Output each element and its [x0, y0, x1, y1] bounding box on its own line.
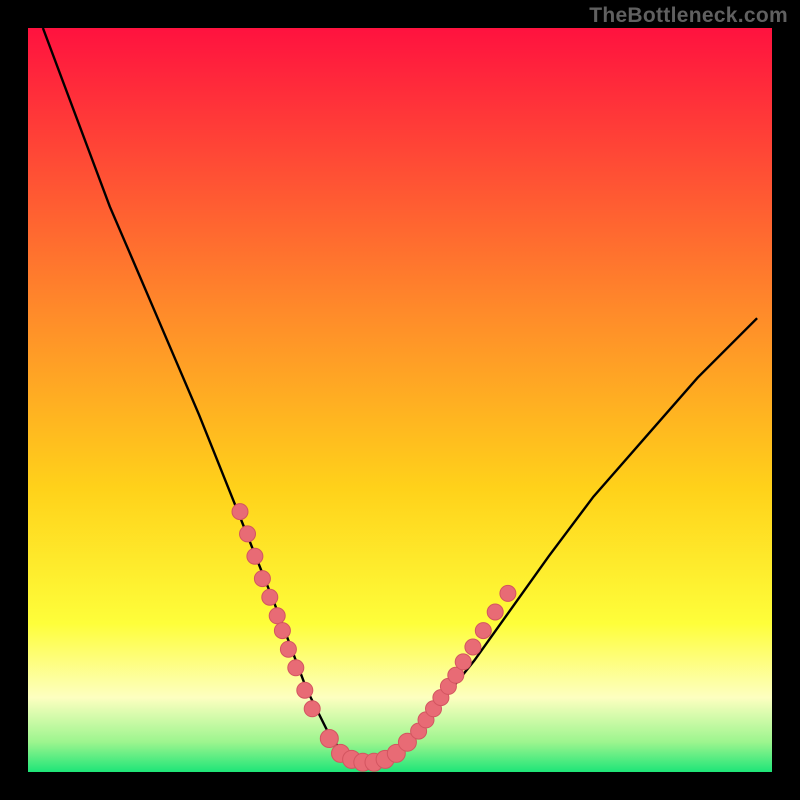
data-dot	[240, 526, 256, 542]
data-dot	[500, 585, 516, 601]
data-dot	[262, 589, 278, 605]
watermark-text: TheBottleneck.com	[589, 4, 788, 28]
data-dot	[487, 604, 503, 620]
chart-container	[28, 28, 772, 772]
data-dot	[280, 641, 296, 657]
data-dot	[297, 682, 313, 698]
data-dot	[274, 623, 290, 639]
data-dot	[254, 571, 270, 587]
data-dot	[269, 608, 285, 624]
data-dot	[304, 701, 320, 717]
bottleneck-chart	[28, 28, 772, 772]
data-dot	[465, 639, 481, 655]
gradient-background	[28, 28, 772, 772]
data-dot	[455, 654, 471, 670]
data-dot	[320, 730, 338, 748]
data-dot	[475, 623, 491, 639]
data-dot	[247, 548, 263, 564]
data-dot	[288, 660, 304, 676]
data-dot	[232, 504, 248, 520]
